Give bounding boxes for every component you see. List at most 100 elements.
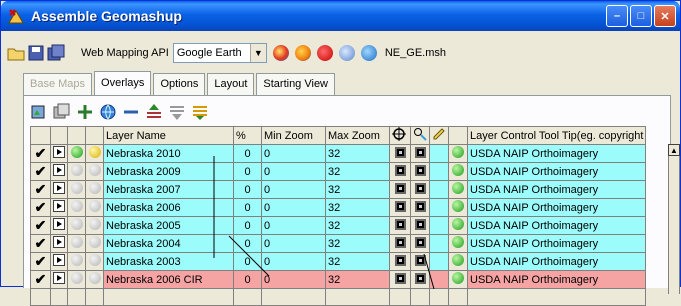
layer-name-cell[interactable]: Nebraska 2006: [103, 198, 234, 217]
percent-cell[interactable]: 0: [233, 162, 262, 181]
move-down-icon[interactable]: [168, 103, 186, 121]
zoom-toggle[interactable]: [410, 234, 430, 253]
chrome-icon[interactable]: [272, 45, 289, 61]
safari-icon[interactable]: [338, 45, 355, 61]
table-row[interactable]: ✔ Nebraska 2006 CIR 0 0 32 USDA NAIP Ort…: [30, 270, 647, 289]
edit-cell[interactable]: [429, 162, 449, 181]
edit-cell[interactable]: [429, 216, 449, 235]
tooltip-cell[interactable]: USDA NAIP Orthoimagery: [466, 216, 647, 235]
table-row[interactable]: ✔ Nebraska 2004 0 0 32 USDA NAIP Orthoim…: [30, 234, 647, 253]
zoom-toggle[interactable]: [410, 162, 430, 181]
legend-cell[interactable]: [448, 198, 468, 217]
tab-starting-view[interactable]: Starting View: [256, 73, 335, 95]
row-expand[interactable]: [50, 270, 68, 289]
edit-cell[interactable]: [429, 198, 449, 217]
scroll-up-icon[interactable]: ▲: [668, 144, 680, 156]
percent-cell[interactable]: 0: [233, 144, 262, 163]
tab-options[interactable]: Options: [153, 73, 206, 95]
percent-cell[interactable]: 0: [233, 270, 262, 289]
col-header-max-zoom[interactable]: Max Zoom: [325, 126, 390, 145]
tooltip-cell[interactable]: USDA NAIP Orthoimagery: [466, 252, 647, 271]
crosshair-toggle[interactable]: [389, 198, 411, 217]
layer-name-cell[interactable]: Nebraska 2005: [103, 216, 234, 235]
row-lock[interactable]: [85, 180, 104, 199]
edit-cell[interactable]: [429, 270, 449, 289]
tooltip-cell[interactable]: USDA NAIP Orthoimagery: [466, 144, 647, 163]
tab-layout[interactable]: Layout: [207, 73, 255, 95]
zoom-toggle[interactable]: [410, 252, 430, 271]
col-header-percent[interactable]: %: [233, 126, 262, 145]
scroll-track[interactable]: [668, 156, 680, 294]
row-expand[interactable]: [50, 144, 68, 163]
row-checkbox[interactable]: ✔: [30, 180, 51, 199]
col-header-edit[interactable]: [429, 126, 449, 145]
save-icon[interactable]: [27, 44, 45, 62]
internet-explorer-icon[interactable]: [360, 45, 377, 61]
row-checkbox[interactable]: ✔: [30, 234, 51, 253]
col-header-crosshair[interactable]: [389, 126, 411, 145]
vertical-scrollbar[interactable]: ▲: [668, 144, 680, 294]
save-as-icon[interactable]: [47, 44, 65, 62]
plus-icon[interactable]: [76, 103, 94, 121]
min-zoom-cell[interactable]: 0: [261, 234, 326, 253]
row-visibility[interactable]: [67, 216, 86, 235]
row-lock[interactable]: [85, 252, 104, 271]
row-expand[interactable]: [50, 162, 68, 181]
table-row[interactable]: ✔ Nebraska 2005 0 0 32 USDA NAIP Orthoim…: [30, 216, 647, 235]
percent-cell[interactable]: 0: [233, 252, 262, 271]
max-zoom-cell[interactable]: 32: [325, 180, 390, 199]
legend-cell[interactable]: [448, 162, 468, 181]
min-zoom-cell[interactable]: 0: [261, 252, 326, 271]
tooltip-cell[interactable]: USDA NAIP Orthoimagery: [466, 234, 647, 253]
row-visibility[interactable]: [67, 270, 86, 289]
percent-cell[interactable]: 0: [233, 180, 262, 199]
row-visibility[interactable]: [67, 180, 86, 199]
row-lock[interactable]: [85, 270, 104, 289]
legend-cell[interactable]: [448, 252, 468, 271]
row-expand[interactable]: [50, 234, 68, 253]
row-expand[interactable]: [50, 216, 68, 235]
percent-cell[interactable]: 0: [233, 234, 262, 253]
max-zoom-cell[interactable]: 32: [325, 234, 390, 253]
min-zoom-cell[interactable]: 0: [261, 180, 326, 199]
max-zoom-cell[interactable]: 32: [325, 198, 390, 217]
table-row[interactable]: ✔ Nebraska 2006 0 0 32 USDA NAIP Orthoim…: [30, 198, 647, 217]
row-lock[interactable]: [85, 144, 104, 163]
col-header-min-zoom[interactable]: Min Zoom: [261, 126, 326, 145]
zoom-toggle[interactable]: [410, 270, 430, 289]
row-lock[interactable]: [85, 198, 104, 217]
open-folder-icon[interactable]: [7, 44, 25, 62]
row-checkbox[interactable]: ✔: [30, 216, 51, 235]
row-expand[interactable]: [50, 198, 68, 217]
firefox-icon[interactable]: [294, 45, 311, 61]
row-visibility[interactable]: [67, 144, 86, 163]
layer-name-cell[interactable]: Nebraska 2006 CIR: [103, 270, 234, 289]
edit-cell[interactable]: [429, 180, 449, 199]
opera-icon[interactable]: [316, 45, 333, 61]
min-zoom-cell[interactable]: 0: [261, 270, 326, 289]
tab-overlays[interactable]: Overlays: [94, 71, 152, 95]
tooltip-cell[interactable]: USDA NAIP Orthoimagery: [466, 198, 647, 217]
zoom-toggle[interactable]: [410, 216, 430, 235]
min-zoom-cell[interactable]: 0: [261, 144, 326, 163]
edit-cell[interactable]: [429, 144, 449, 163]
row-lock[interactable]: [85, 216, 104, 235]
layer-name-cell[interactable]: Nebraska 2010: [103, 144, 234, 163]
copy-layer-icon[interactable]: [53, 103, 71, 121]
layer-name-cell[interactable]: Nebraska 2007: [103, 180, 234, 199]
col-header-layer-name[interactable]: Layer Name: [103, 126, 234, 145]
crosshair-toggle[interactable]: [389, 144, 411, 163]
row-checkbox[interactable]: ✔: [30, 198, 51, 217]
layer-name-cell[interactable]: Nebraska 2003: [103, 252, 234, 271]
api-select[interactable]: Google Earth ▼: [172, 43, 267, 63]
col-header-tooltip[interactable]: Layer Control Tool Tip(eg. copyright: [466, 126, 647, 145]
row-checkbox[interactable]: ✔: [30, 270, 51, 289]
row-lock[interactable]: [85, 162, 104, 181]
min-zoom-cell[interactable]: 0: [261, 216, 326, 235]
crosshair-toggle[interactable]: [389, 270, 411, 289]
crosshair-toggle[interactable]: [389, 216, 411, 235]
row-visibility[interactable]: [67, 162, 86, 181]
table-row[interactable]: ✔ Nebraska 2003 0 0 32 USDA NAIP Orthoim…: [30, 252, 647, 271]
tooltip-cell[interactable]: USDA NAIP Orthoimagery: [466, 270, 647, 289]
legend-cell[interactable]: [448, 144, 468, 163]
